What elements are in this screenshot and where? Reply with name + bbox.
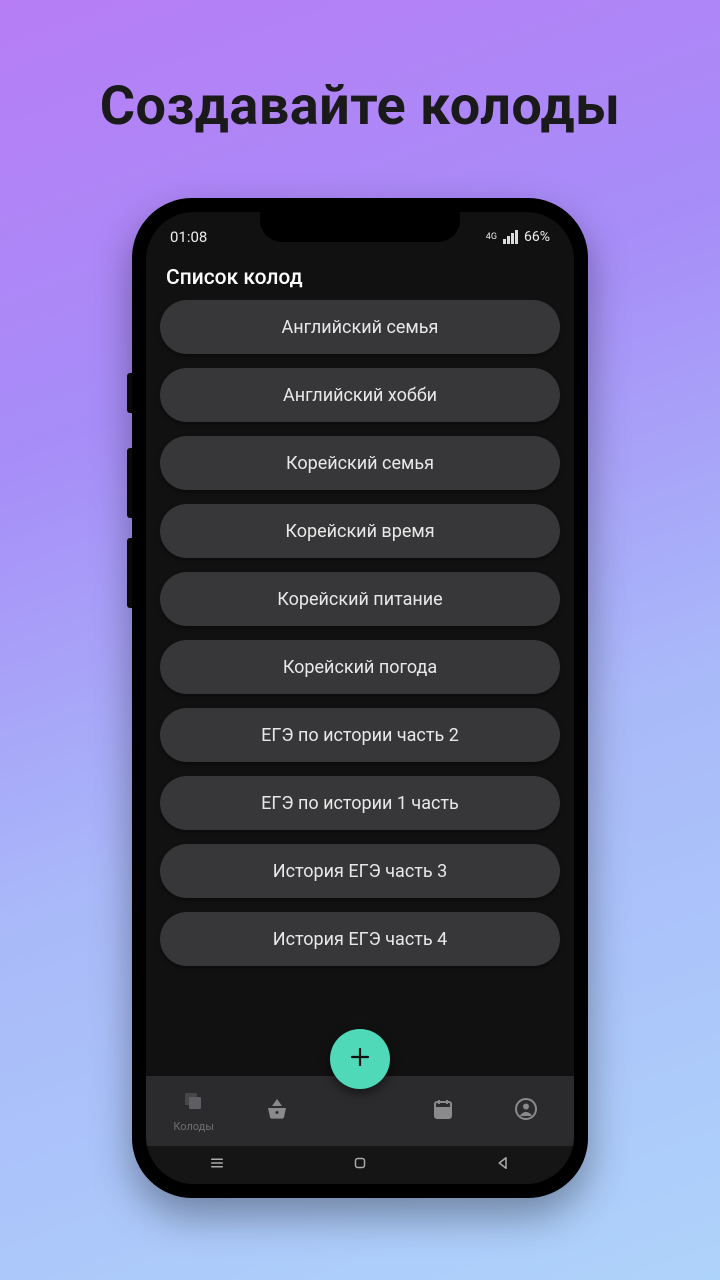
nav-profile[interactable] — [485, 1097, 568, 1125]
deck-item[interactable]: Английский семья — [160, 300, 560, 354]
phone-side-button — [127, 373, 132, 413]
calendar-icon — [431, 1097, 455, 1125]
add-deck-button[interactable] — [330, 1029, 390, 1089]
person-icon — [514, 1097, 538, 1125]
home-icon[interactable] — [351, 1154, 369, 1176]
deck-item[interactable]: Корейский погода — [160, 640, 560, 694]
nav-store[interactable] — [235, 1097, 318, 1125]
deck-label: ЕГЭ по истории часть 2 — [261, 725, 459, 746]
page-title: Список колод — [166, 266, 303, 290]
deck-item[interactable]: Английский хобби — [160, 368, 560, 422]
deck-item[interactable]: ЕГЭ по истории часть 2 — [160, 708, 560, 762]
basket-icon — [265, 1097, 289, 1125]
cards-stack-icon — [182, 1090, 206, 1118]
deck-label: Корейский время — [285, 521, 434, 542]
nav-calendar[interactable] — [402, 1097, 485, 1125]
deck-label: ЕГЭ по истории 1 часть — [261, 793, 459, 814]
phone-screen: 01:08 4G 66% Список колод Английский сем… — [146, 212, 574, 1184]
deck-item[interactable]: ЕГЭ по истории 1 часть — [160, 776, 560, 830]
recent-apps-icon[interactable] — [208, 1154, 226, 1176]
deck-item[interactable]: История ЕГЭ часть 3 — [160, 844, 560, 898]
network-indicator: 4G — [486, 233, 497, 242]
app-bar: Список колод — [146, 254, 574, 300]
phone-mockup: 01:08 4G 66% Список колод Английский сем… — [132, 198, 588, 1198]
deck-label: Английский хобби — [283, 385, 437, 406]
deck-label: Корейский семья — [286, 453, 434, 474]
deck-label: Английский семья — [282, 317, 439, 338]
phone-volume-up — [127, 448, 132, 518]
system-nav-bar — [146, 1146, 574, 1184]
deck-item[interactable]: Корейский время — [160, 504, 560, 558]
status-time: 01:08 — [170, 228, 207, 246]
back-icon[interactable] — [494, 1154, 512, 1176]
deck-item[interactable]: Корейский питание — [160, 572, 560, 626]
plus-icon — [348, 1045, 372, 1073]
deck-item[interactable]: История ЕГЭ часть 4 — [160, 912, 560, 966]
nav-decks-label: Колоды — [173, 1120, 214, 1133]
nav-decks[interactable]: Колоды — [152, 1090, 235, 1133]
deck-label: История ЕГЭ часть 4 — [273, 929, 448, 950]
marketing-headline: Создавайте колоды — [100, 75, 621, 138]
phone-volume-down — [127, 538, 132, 608]
deck-label: История ЕГЭ часть 3 — [273, 861, 448, 882]
deck-label: Корейский погода — [283, 657, 437, 678]
signal-icon — [503, 230, 518, 244]
deck-item[interactable]: Корейский семья — [160, 436, 560, 490]
battery-percentage: 66% — [524, 229, 550, 245]
deck-label: Корейский питание — [277, 589, 442, 610]
phone-notch — [260, 212, 460, 242]
